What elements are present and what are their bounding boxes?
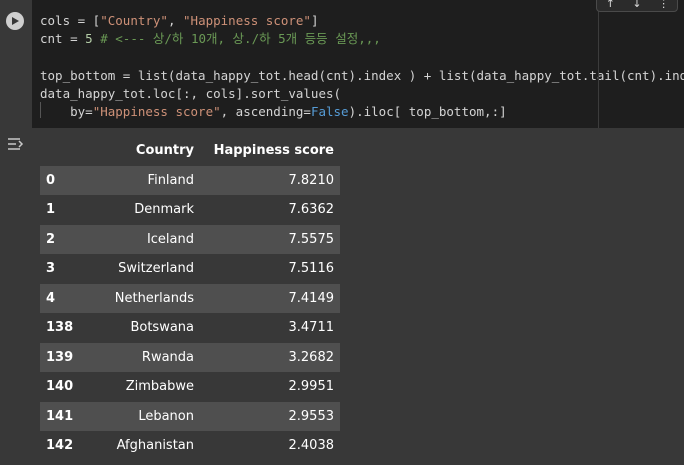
code-token: ).iloc[ top_bottom,:] bbox=[348, 103, 507, 119]
row-index: 140 bbox=[46, 379, 74, 395]
score-cell: 7.5575 bbox=[288, 231, 335, 247]
column-header-score: Happiness score bbox=[213, 143, 334, 159]
country-cell: Finland bbox=[147, 172, 194, 188]
score-cell: 7.4149 bbox=[288, 290, 335, 306]
dataframe-output: Country Happiness score 0 Finland 7.8210 1 D… bbox=[40, 136, 340, 461]
table-row: 3 Switzerland 7.5116 bbox=[40, 254, 340, 284]
row-index: 138 bbox=[46, 320, 74, 336]
code-token: , bbox=[167, 13, 184, 28]
output-toggle-icon[interactable] bbox=[6, 136, 26, 152]
code-token: "Country" bbox=[100, 13, 168, 28]
code-line: top_bottom = list(data_happy_tot.head(cn… bbox=[40, 67, 684, 85]
run-cell-button[interactable] bbox=[6, 12, 24, 30]
index-header bbox=[40, 136, 82, 166]
country-cell: Lebanon bbox=[138, 408, 194, 424]
country-cell: Switzerland bbox=[118, 261, 194, 277]
row-index: 0 bbox=[46, 172, 56, 188]
code-line: by="Happiness score", ascending=False).i… bbox=[40, 103, 684, 121]
code-token: "Happiness score" bbox=[92, 103, 221, 119]
country-cell: Rwanda bbox=[141, 349, 194, 365]
score-cell: 2.9951 bbox=[288, 379, 335, 395]
country-cell: Botswana bbox=[130, 320, 194, 336]
indent-guide bbox=[40, 102, 41, 118]
code-token: by= bbox=[40, 103, 93, 119]
score-cell: 2.9553 bbox=[288, 408, 335, 424]
code-text[interactable]: cols = ["Country", "Happiness score"] cnt… bbox=[40, 12, 684, 121]
code-token: ] bbox=[310, 13, 319, 28]
column-header-country: Country bbox=[135, 143, 194, 159]
code-line: data_happy_tot.loc[:, cols].sort_values( bbox=[40, 85, 684, 103]
country-cell: Netherlands bbox=[114, 290, 194, 306]
row-index: 139 bbox=[46, 349, 74, 365]
table-row: 141 Lebanon 2.9553 bbox=[40, 401, 340, 431]
row-index: 2 bbox=[46, 231, 56, 247]
score-cell: 3.4711 bbox=[288, 320, 335, 336]
country-cell: Zimbabwe bbox=[125, 379, 194, 395]
code-token: cnt = bbox=[40, 31, 86, 47]
table-row: 4 Netherlands 7.4149 bbox=[40, 283, 340, 313]
score-cell: 7.8210 bbox=[288, 172, 335, 188]
row-index: 141 bbox=[46, 408, 74, 424]
code-line: cols = ["Country", "Happiness score"] bbox=[40, 12, 684, 30]
row-index: 142 bbox=[46, 438, 74, 454]
score-cell: 3.2682 bbox=[288, 349, 335, 365]
country-cell: Afghanistan bbox=[116, 438, 194, 454]
table-row: 1 Denmark 7.6362 bbox=[40, 195, 340, 225]
table-row: 2 Iceland 7.5575 bbox=[40, 224, 340, 254]
table-row: 140 Zimbabwe 2.9951 bbox=[40, 372, 340, 402]
code-cell: cols = ["Country", "Happiness score"] cnt… bbox=[0, 0, 684, 128]
table-row: 139 Rwanda 3.2682 bbox=[40, 342, 340, 372]
table-row: 138 Botswana 3.4711 bbox=[40, 313, 340, 343]
move-up-icon[interactable]: ↑ bbox=[603, 0, 617, 10]
row-index: 3 bbox=[46, 261, 56, 277]
code-token: False bbox=[310, 103, 349, 119]
more-options-icon[interactable]: ⋮ bbox=[657, 0, 671, 10]
code-editor[interactable]: cols = ["Country", "Happiness score"] cnt… bbox=[32, 0, 684, 128]
score-cell: 2.4038 bbox=[288, 438, 335, 454]
row-index: 4 bbox=[46, 290, 56, 306]
table-header-row: Country Happiness score bbox=[40, 136, 340, 166]
code-token: top_bottom = list(data_happy_tot.head(cn… bbox=[40, 67, 684, 83]
code-token: data_happy_tot.loc[:, cols].sort_values( bbox=[40, 85, 342, 101]
score-cell: 7.6362 bbox=[288, 202, 335, 218]
editor-divider bbox=[598, 0, 599, 128]
country-cell: Iceland bbox=[146, 231, 194, 247]
table-row: 142 Afghanistan 2.4038 bbox=[40, 431, 340, 461]
code-token: , ascending= bbox=[220, 103, 311, 119]
table-row: 0 Finland 7.8210 bbox=[40, 165, 340, 195]
country-cell: Denmark bbox=[134, 202, 194, 218]
code-token: cols = [ bbox=[40, 13, 101, 28]
code-line: cnt = 5 # <--- 상/하 10개, 상./하 5개 등등 설정,,, bbox=[40, 30, 684, 48]
code-token: # <--- 상/하 10개, 상./하 5개 등등 설정,,, bbox=[100, 31, 381, 47]
row-index: 1 bbox=[46, 202, 56, 218]
cell-toolbar: ↑ ↓ ⋮ bbox=[596, 0, 678, 12]
play-icon bbox=[12, 17, 19, 25]
move-down-icon[interactable]: ↓ bbox=[630, 0, 644, 10]
code-token: 5 bbox=[85, 31, 93, 47]
code-token: "Happiness score" bbox=[183, 13, 311, 28]
score-cell: 7.5116 bbox=[288, 261, 335, 277]
